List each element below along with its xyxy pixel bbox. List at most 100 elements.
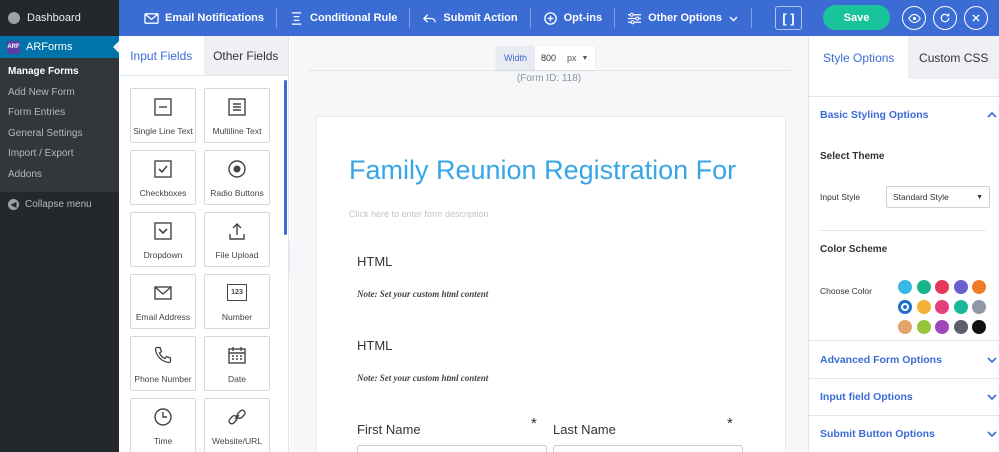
field-dropdown[interactable]: Dropdown	[130, 212, 196, 267]
submit-action-label: Submit Action	[443, 12, 518, 24]
html-field-label[interactable]: HTML	[357, 254, 392, 269]
required-mark: *	[531, 415, 537, 432]
arforms-submenu: Manage Forms Add New Form Form Entries G…	[0, 58, 119, 192]
field-multiline-text[interactable]: Multiline Text	[204, 88, 270, 143]
html-field-label[interactable]: HTML	[357, 338, 392, 353]
basic-styling-section-header[interactable]: Basic Styling Options	[809, 96, 999, 134]
other-options-button[interactable]: Other Options	[615, 8, 753, 28]
field-checkboxes[interactable]: Checkboxes	[130, 150, 196, 205]
color-swatch[interactable]	[972, 280, 986, 294]
color-swatch[interactable]	[953, 320, 968, 334]
submenu-import-export[interactable]: Import / Export	[0, 144, 119, 165]
chevron-down-icon	[987, 431, 997, 438]
other-options-label: Other Options	[648, 12, 723, 24]
color-swatch[interactable]	[953, 300, 968, 314]
color-swatch[interactable]	[935, 280, 949, 294]
form-preview: Family Reunion Registration For Click he…	[316, 116, 786, 452]
dashboard-menu-item[interactable]: Dashboard	[0, 0, 119, 36]
color-swatch[interactable]	[972, 300, 986, 314]
form-description[interactable]: Click here to enter form description	[349, 209, 489, 219]
collapse-menu-button[interactable]: ◀ Collapse menu	[0, 192, 119, 218]
color-swatch[interactable]	[935, 320, 949, 334]
collapse-arrow-icon: ◀	[8, 199, 19, 211]
field-radio-buttons[interactable]: Radio Buttons	[204, 150, 270, 205]
input-style-select[interactable]: Standard Style ▼	[886, 186, 990, 208]
submenu-general-settings[interactable]: General Settings	[0, 124, 119, 145]
email-notifications-button[interactable]: Email Notifications	[132, 8, 278, 28]
opt-ins-button[interactable]: Opt-ins	[531, 8, 616, 28]
checkbox-icon	[152, 158, 174, 180]
fields-panel: Input Fields Other Fields Single Line Te…	[119, 36, 289, 452]
refresh-button[interactable]	[933, 6, 957, 30]
last-name-input[interactable]	[553, 445, 743, 452]
multiline-icon	[226, 96, 248, 118]
submenu-form-entries[interactable]: Form Entries	[0, 103, 119, 124]
choose-color-label: Choose Color	[820, 286, 872, 296]
field-label: Number	[221, 312, 253, 322]
shortcode-brackets-button[interactable]: [ ]	[775, 6, 802, 30]
input-field-section-header[interactable]: Input field Options	[809, 378, 999, 415]
field-label: Dropdown	[143, 250, 183, 260]
form-canvas: Width 800 px ▼ (Form ID: 118) Family Reu…	[290, 36, 808, 452]
submit-action-button[interactable]: Submit Action	[410, 8, 531, 28]
color-swatch[interactable]	[898, 320, 912, 334]
arforms-logo-icon: ARF	[7, 40, 20, 54]
field-number[interactable]: 123 Number	[204, 274, 270, 329]
required-mark: *	[727, 415, 733, 432]
submit-button-section-header[interactable]: Submit Button Options	[809, 415, 999, 452]
field-single-line-text[interactable]: Single Line Text	[130, 88, 196, 143]
form-title[interactable]: Family Reunion Registration For	[349, 155, 736, 186]
dashboard-label: Dashboard	[27, 12, 81, 24]
divider	[820, 230, 986, 231]
color-swatch[interactable]	[898, 300, 912, 314]
field-phone-number[interactable]: Phone Number	[130, 336, 196, 391]
color-swatch[interactable]	[916, 280, 931, 294]
opt-ins-label: Opt-ins	[563, 12, 603, 24]
last-name-label: Last Name	[553, 422, 616, 437]
submenu-addons[interactable]: Addons	[0, 165, 119, 186]
upload-icon	[226, 220, 248, 242]
editor-toolbar: Email Notifications Conditional Rule Sub…	[119, 0, 999, 36]
link-icon	[226, 406, 248, 428]
fields-scrollbar[interactable]	[284, 80, 287, 235]
field-time[interactable]: Time	[130, 398, 196, 452]
color-swatch[interactable]	[898, 280, 912, 294]
first-name-input[interactable]	[357, 445, 547, 452]
color-swatch[interactable]	[972, 320, 986, 334]
color-swatch[interactable]	[953, 280, 968, 294]
preview-button[interactable]	[902, 6, 926, 30]
select-theme-heading: Select Theme	[820, 151, 885, 162]
tab-custom-css[interactable]: Custom CSS	[908, 36, 999, 79]
width-unit-select[interactable]: px ▼	[561, 46, 596, 70]
caret-down-icon: ▼	[581, 54, 589, 62]
submit-button-label: Submit Button Options	[820, 428, 935, 440]
field-date[interactable]: Date	[204, 336, 270, 391]
field-file-upload[interactable]: File Upload	[204, 212, 270, 267]
caret-down-icon: ▼	[976, 193, 983, 201]
color-swatch[interactable]	[916, 320, 931, 334]
tab-style-options[interactable]: Style Options	[809, 36, 909, 79]
width-label: Width	[496, 46, 536, 70]
close-button[interactable]	[964, 6, 988, 30]
advanced-form-section-header[interactable]: Advanced Form Options	[809, 340, 999, 378]
color-swatch[interactable]	[916, 300, 931, 314]
input-style-value: Standard Style	[893, 192, 949, 202]
canvas-divider	[308, 70, 790, 71]
submenu-manage-forms[interactable]: Manage Forms	[0, 62, 119, 83]
tab-input-fields[interactable]: Input Fields	[119, 36, 204, 75]
save-button[interactable]: Save	[823, 5, 890, 30]
envelope-icon	[144, 12, 159, 24]
field-email-address[interactable]: Email Address	[130, 274, 196, 329]
color-swatch[interactable]	[935, 300, 949, 314]
dropdown-icon	[152, 220, 174, 242]
width-input[interactable]: 800	[535, 46, 562, 70]
field-label: File Upload	[215, 250, 259, 260]
submenu-add-new-form[interactable]: Add New Form	[0, 83, 119, 104]
arforms-menu-item[interactable]: ARF ARForms	[0, 36, 119, 58]
chevron-down-icon	[987, 394, 997, 401]
basic-styling-label: Basic Styling Options	[820, 109, 929, 121]
field-label: Website/URL	[212, 436, 262, 446]
field-website-url[interactable]: Website/URL	[204, 398, 270, 452]
tab-other-fields[interactable]: Other Fields	[203, 36, 288, 75]
conditional-rule-button[interactable]: Conditional Rule	[277, 8, 411, 28]
